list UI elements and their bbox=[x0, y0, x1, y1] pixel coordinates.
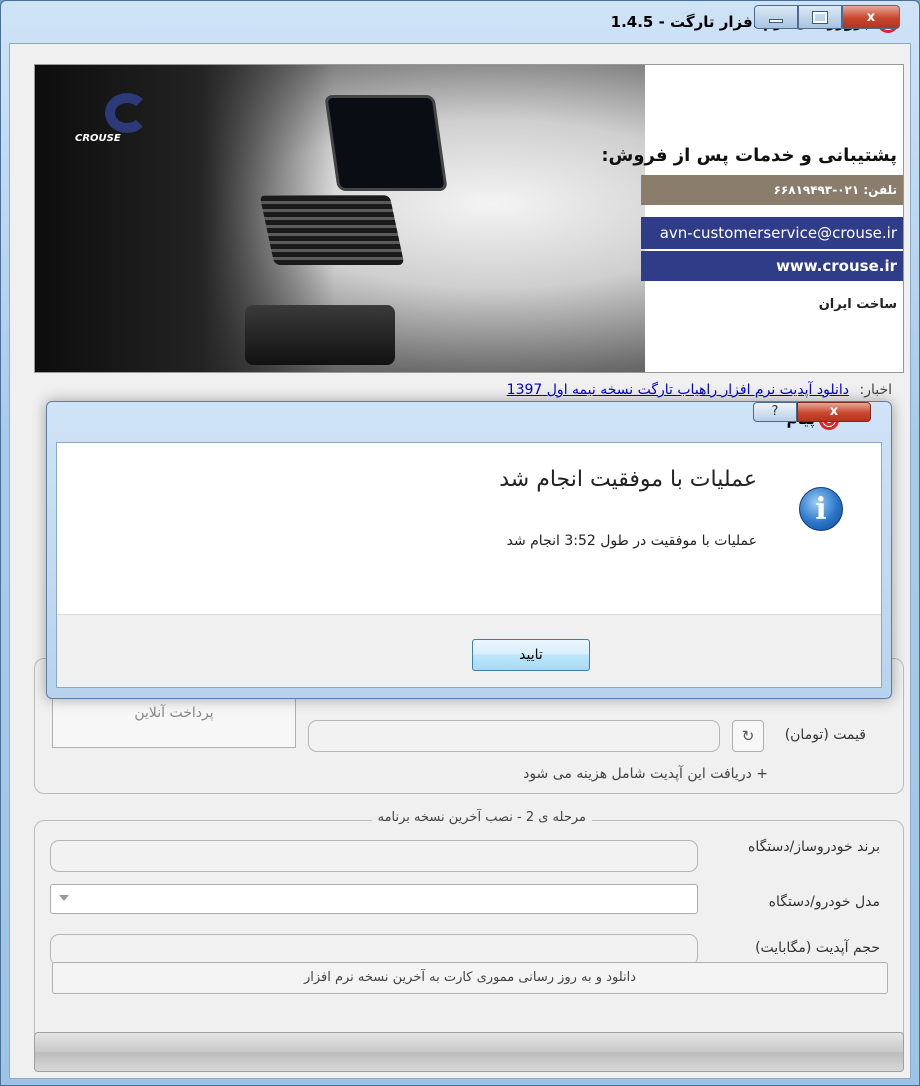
close-button[interactable]: x bbox=[842, 5, 900, 29]
model-label: مدل خودرو/دستگاه bbox=[768, 894, 880, 910]
maximize-button[interactable] bbox=[798, 5, 842, 29]
made-in-label: ساخت ایران bbox=[818, 297, 897, 312]
dialog-body: i عملیات با موفقیت انجام شد عملیات با مو… bbox=[56, 442, 882, 688]
car-dashboard-image: CROUSE bbox=[35, 65, 645, 372]
install-group-legend: مرحله ی 2 - نصب آخرین نسخه برنامه bbox=[371, 810, 592, 825]
support-banner: CROUSE پشتیبانی و خدمات پس از فروش: تلفن… bbox=[34, 64, 904, 373]
dialog-heading: عملیات با موفقیت انجام شد bbox=[499, 467, 757, 492]
dropdown-arrow-icon bbox=[59, 895, 69, 901]
ok-button[interactable]: تایید bbox=[472, 639, 590, 671]
minimize-button[interactable] bbox=[754, 5, 798, 29]
download-update-button[interactable]: دانلود و به روز رسانی مموری کارت به آخری… bbox=[52, 962, 888, 994]
message-dialog: پیام ? x i عملیات با موفقیت انجام شد عمل… bbox=[46, 401, 892, 699]
model-select[interactable] bbox=[50, 884, 698, 914]
brand-logo-text: CROUSE bbox=[75, 133, 121, 144]
support-title: پشتیبانی و خدمات پس از فروش: bbox=[601, 145, 897, 166]
title-bar[interactable]: بروزرسان نرم افزار تارگت - 1.4.5 x bbox=[1, 1, 919, 43]
dialog-help-button[interactable]: ? bbox=[753, 402, 797, 422]
minimize-icon bbox=[769, 19, 783, 23]
dialog-content: i عملیات با موفقیت انجام شد عملیات با مو… bbox=[57, 443, 881, 615]
progress-bar bbox=[34, 1032, 904, 1072]
price-field bbox=[308, 720, 720, 752]
news-link[interactable]: دانلود آپدیت نرم افزار راهیاب تارگت نسخه… bbox=[507, 382, 849, 398]
update-size-label: حجم آپدیت (مگابایت) bbox=[755, 940, 880, 956]
dashboard-vent bbox=[259, 195, 405, 265]
news-line: اخبار: دانلود آپدیت نرم افزار راهیاب تار… bbox=[507, 382, 892, 398]
close-icon: x bbox=[829, 404, 839, 419]
maximize-icon bbox=[812, 10, 828, 24]
dialog-message: عملیات با موفقیت در طول 3:52 انجام شد bbox=[506, 533, 757, 549]
news-label: اخبار: bbox=[859, 382, 892, 398]
dashboard-screen bbox=[324, 95, 448, 191]
help-icon: ? bbox=[771, 404, 779, 419]
support-email: avn-customerservice@crouse.ir bbox=[641, 217, 903, 249]
brand-field bbox=[50, 840, 698, 872]
dialog-caption-buttons: ? x bbox=[753, 402, 871, 422]
refresh-price-button[interactable]: ↻ bbox=[732, 720, 764, 752]
refresh-icon: ↻ bbox=[741, 727, 755, 745]
close-icon: x bbox=[866, 9, 876, 25]
payment-note: + دریافت این آپدیت شامل هزینه می شود bbox=[523, 766, 768, 782]
caption-buttons: x bbox=[754, 5, 900, 29]
information-icon: i bbox=[799, 487, 843, 531]
brand-label: برند خودروساز/دستگاه bbox=[748, 839, 880, 855]
support-phone: تلفن: ۰۲۱-۶۶۸۱۹۴۹۳ bbox=[641, 175, 903, 205]
dashboard-panel bbox=[245, 305, 395, 365]
crouse-logo-icon: CROUSE bbox=[75, 93, 171, 153]
dialog-close-button[interactable]: x bbox=[797, 402, 871, 422]
price-label: قیمت (تومان) bbox=[784, 727, 866, 743]
support-website: www.crouse.ir bbox=[641, 251, 903, 281]
